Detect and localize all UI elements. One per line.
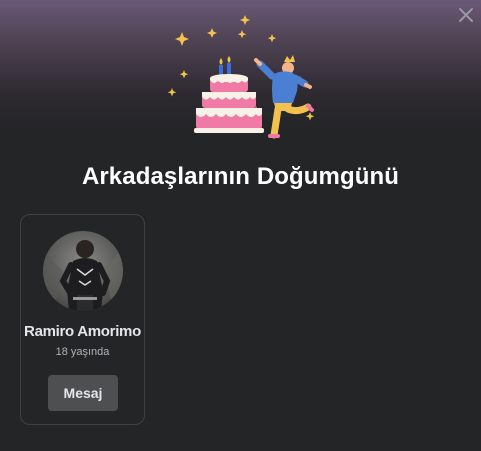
birthday-card: Ramiro Amorimo 18 yaşında Mesaj [20,214,145,425]
dialog-title: Arkadaşlarının Doğumgünü [81,163,400,190]
friend-age: 18 yaşında [55,346,110,358]
friend-name[interactable]: Ramiro Amorimo [21,323,144,340]
avatar[interactable] [43,231,123,311]
birthday-cake-icon [167,15,315,139]
message-button[interactable]: Mesaj [48,375,118,411]
birthday-illustration [160,10,330,145]
close-button[interactable] [455,4,477,26]
birthday-dialog: Arkadaşlarının Doğumgünü Ramiro Amorimo … [0,0,481,451]
profile-photo [43,231,123,311]
close-icon [459,8,473,22]
